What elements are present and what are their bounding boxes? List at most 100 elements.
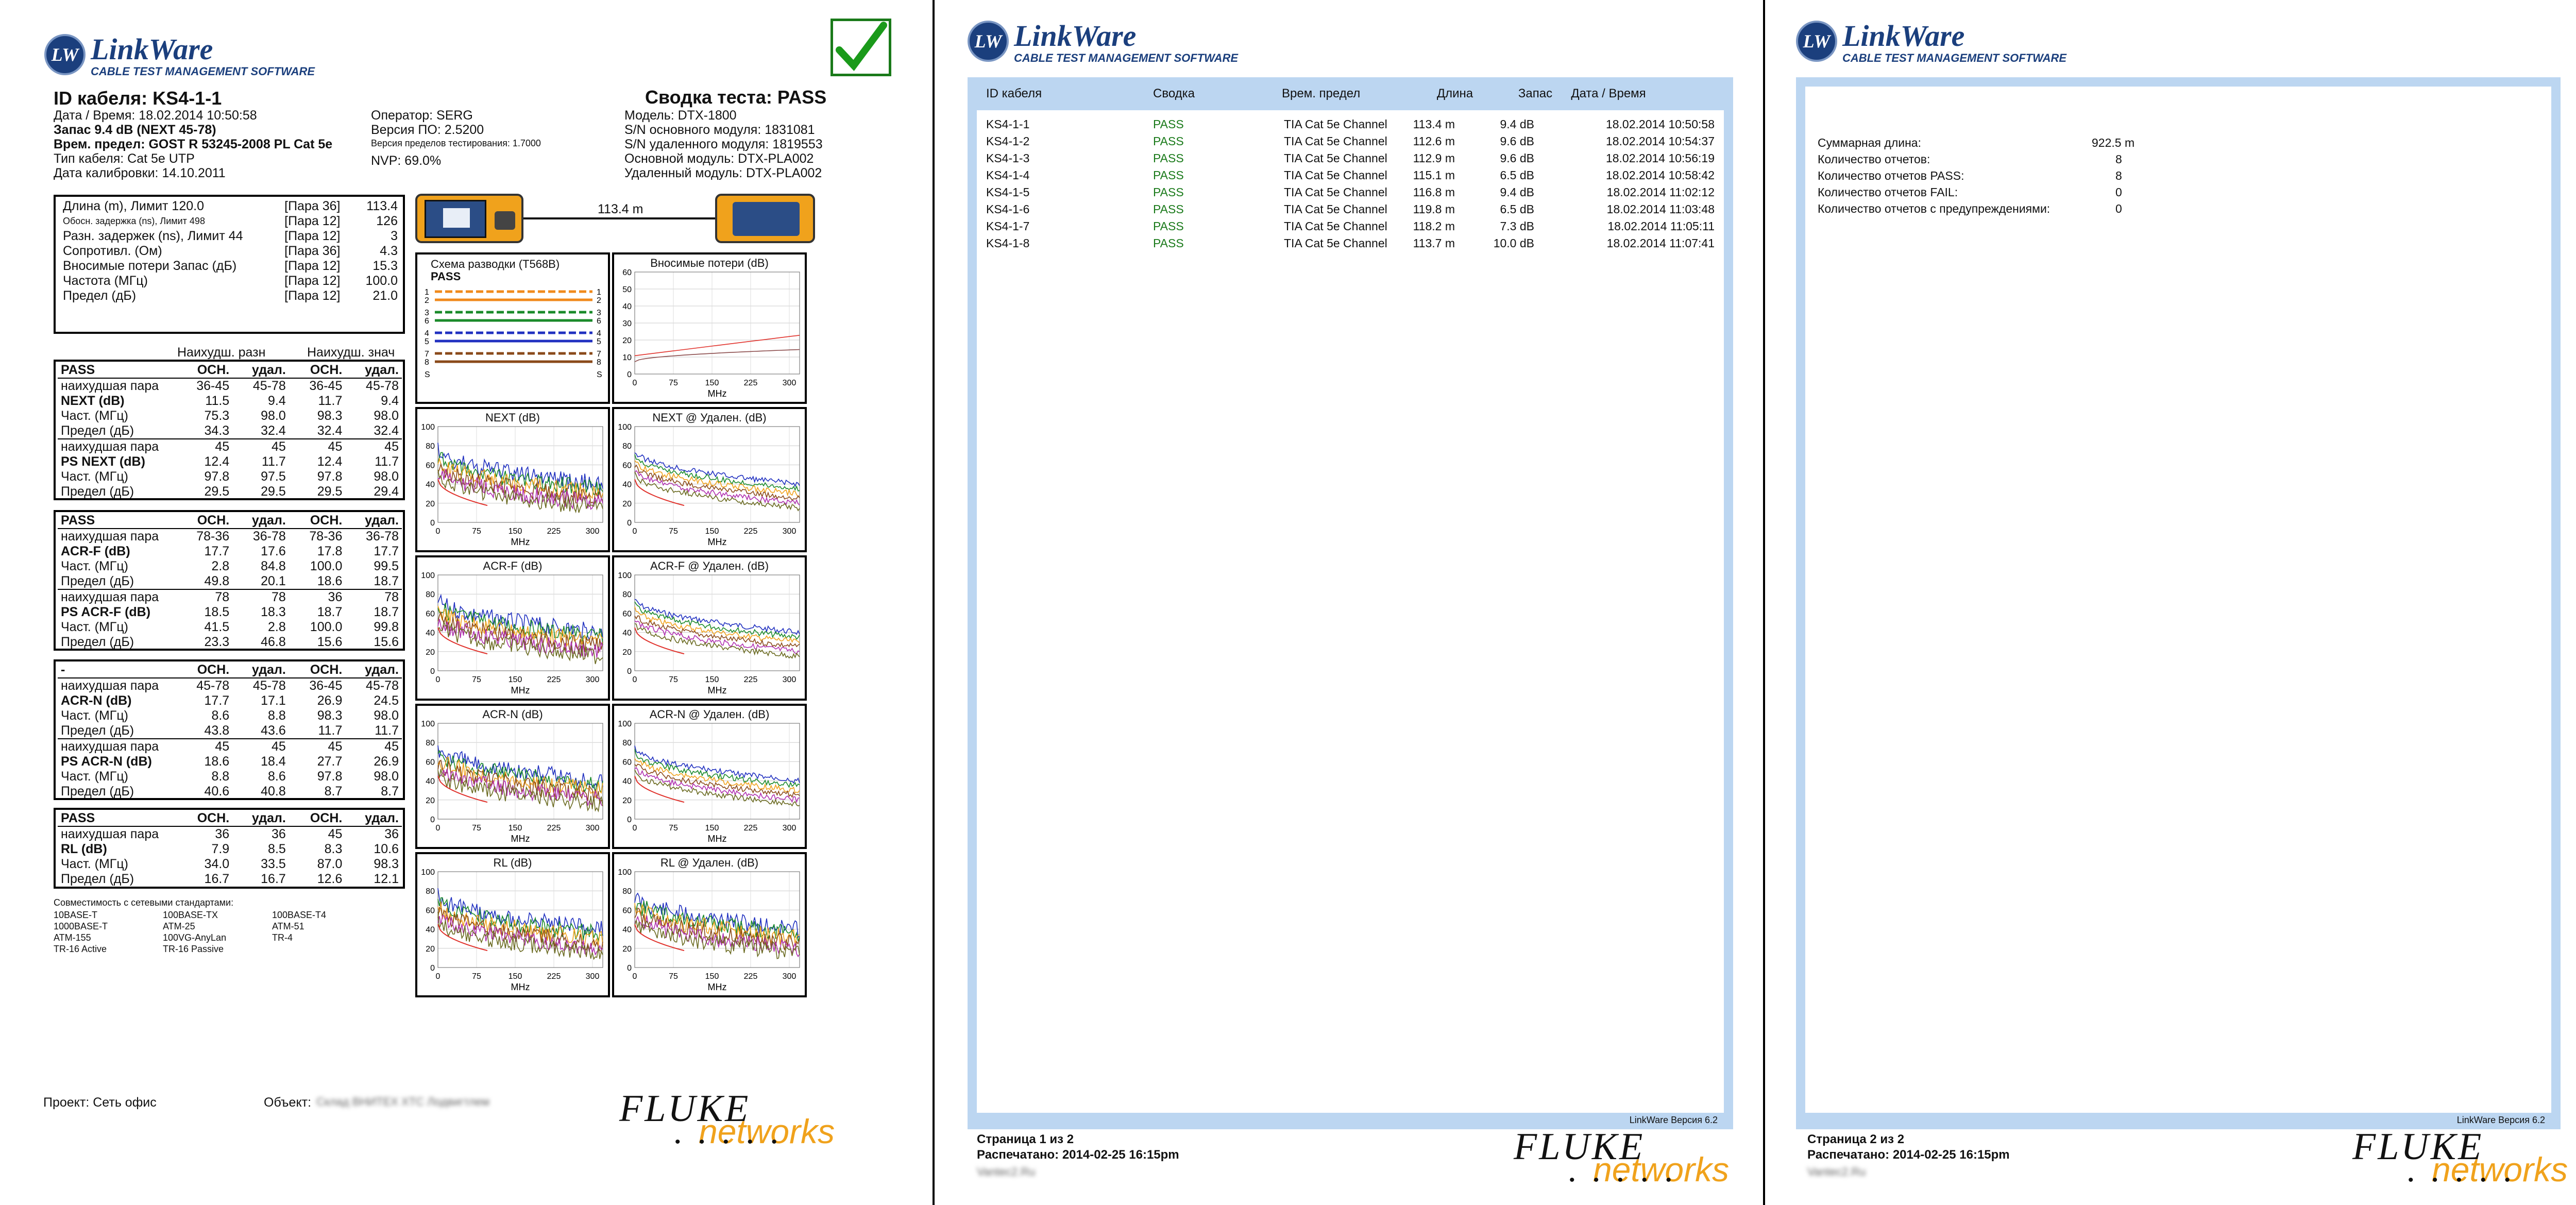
summary-row: Частота (МГц) [Пара 12] 100.0 [60,274,401,288]
table-cell: 18.02.2014 11:07:41 [1606,236,1715,250]
y-tick-label: 80 [622,590,632,599]
table-cell: 18.02.2014 10:50:58 [1605,117,1715,131]
result-cell: 45-78 [366,379,399,393]
result-row: наихудшая пара 36-45 45-78 36-45 45-78 [58,378,402,394]
table-cell: 115.1 m [1413,168,1455,182]
result-cell: Част. (МГц) [61,620,128,634]
result-cell: 26.9 [317,693,343,708]
result-cell: 36 [215,827,230,841]
result-row: Част. (МГц) 2.8 84.8 100.0 99.5 [58,559,402,574]
result-table: - ОСН. удал. ОСН. удал. наихудшая пара 45-78 45… [58,663,402,799]
result-cell: RL (dB) [61,842,107,856]
report-page-2: LW LinkWare CABLE TEST MANAGEMENT SOFTWA… [935,0,1763,1205]
model: Модель: DTX-1800 [624,108,737,123]
result-cell: 36-45 [309,379,343,393]
result-cell: 34.0 [204,857,230,871]
y-tick-label: 20 [622,336,632,345]
x-tick-label: 0 [633,824,637,833]
object-label: Объект: [264,1095,312,1110]
x-tick-label: 150 [509,675,522,684]
result-row: PASS ОСН. удал. ОСН. удал. [58,363,402,379]
y-tick-label: 100 [618,868,632,877]
result-cell: 29.5 [261,484,286,499]
stat-value: 922.5 m [2092,136,2135,149]
result-cell: 12.6 [317,872,343,886]
result-cell: 40.6 [204,784,230,799]
y-tick-label: 40 [426,926,435,935]
summary-box: Длина (m), Лимит 120.0 [Пара 36] 113.4 Обос… [54,195,405,334]
result-row: ACR-F (dB) 17.7 17.6 17.8 17.7 [58,544,402,559]
result-cell: 45 [345,438,402,454]
summary-cell: [Пара 12] [284,274,341,288]
series-line [634,606,800,643]
summary-row: Обосн. задержка (ns), Лимит 498 [Пара 12]… [60,214,401,229]
y-tick-label: 50 [622,285,632,294]
page-number: Страница 2 из 2 [1807,1132,1905,1146]
result-cell: 40.8 [261,784,286,799]
logo-subtitle: CABLE TEST MANAGEMENT SOFTWARE [91,65,315,78]
result-row: наихудшая пара 45-78 45-78 36-45 45-78 [58,678,402,693]
lw-logo-icon: LW [968,21,1009,62]
x-tick-label: 75 [472,675,481,684]
result-cell: 32.4 [317,423,343,438]
wiremap-pin-label: 8 [425,358,429,367]
y-tick-label: 60 [622,461,632,470]
summary-row: Сопротивл. (Ом) [Пара 36] 4.3 [60,244,401,259]
printed-date: Распечатано: 2014-02-25 16:15pm [1807,1148,2010,1162]
cable-line [523,217,715,219]
result-cell: 98.0 [374,409,399,423]
plot-area [634,574,800,671]
result-cell: Предел (дБ) [61,423,134,438]
result-row: Част. (МГц) 8.6 8.8 98.3 98.0 [58,708,402,723]
x-axis-label: MHz [708,834,727,844]
y-tick-label: 40 [622,302,632,311]
stat-label: Количество отчетов с предупреждениями: [1818,202,2050,215]
table-cell: 6.5 dB [1500,202,1535,216]
y-tick-label: 30 [622,319,632,328]
result-cell: 45 [176,438,233,454]
x-tick-label: 0 [633,675,637,684]
result-cell: 97.8 [317,769,343,784]
stat-value: 8 [2115,169,2122,182]
summary-cell: 113.4 [366,199,398,213]
logo-dots: • • • • • [675,1133,784,1150]
worst-margin-header: Наихудш. разн [177,345,266,360]
summary-cell: 100.0 [365,274,398,288]
compat-item: TR-4 [272,932,293,943]
table-cell: KS4-1-7 [986,219,1030,233]
result-cell: 12.4 [317,454,343,469]
chart-svg: 100 80 60 40 20 00 75 150 225 300 MHz [421,423,603,547]
result-cell: наихудшая пара [58,438,176,454]
x-tick-label: 225 [547,972,561,981]
summary-cell: Разн. задержек (ns), Лимит 44 [63,229,243,243]
result-cell: удал. [345,811,402,827]
result-cell: 17.7 [374,544,399,558]
result-cell: 8.5 [268,842,286,856]
wiremap-pin-label: 3 [425,309,429,317]
y-tick-label: 0 [430,667,435,676]
y-tick-label: 0 [627,519,632,528]
compat-item: 100VG-AnyLan [163,932,227,943]
chart-svg: 100 80 60 40 20 00 75 150 225 300 MHz [618,868,800,992]
result-cell: 45-78 [366,678,399,693]
x-tick-label: 75 [669,972,678,981]
result-cell: 98.3 [317,409,343,423]
stat-label: Суммарная длина: [1818,136,1921,149]
y-tick-label: 60 [622,268,632,277]
logo-dots: • • • • • [1569,1172,1679,1189]
x-tick-label: 75 [472,824,481,833]
result-cell: 45 [345,738,402,754]
result-cell: 43.6 [261,723,286,738]
object-value: Склад ВНИТЕХ ХТС Лодвигтлем [316,1095,489,1108]
y-tick-label: 20 [426,796,435,805]
result-cell: ОСН. [176,811,233,827]
result-cell: 17.6 [261,544,286,558]
summary-cell: Вносимые потери Запас (дБ) [63,259,237,273]
x-tick-label: 75 [669,824,678,833]
wiremap-panel: Схема разводки (T568B) PASS 112233664455… [415,252,610,404]
result-cell: 15.6 [317,635,343,649]
x-tick-label: 300 [783,972,796,981]
x-tick-label: 0 [436,527,440,536]
result-cell: 10.6 [374,842,399,856]
table-cell: 18.02.2014 10:56:19 [1605,151,1715,165]
